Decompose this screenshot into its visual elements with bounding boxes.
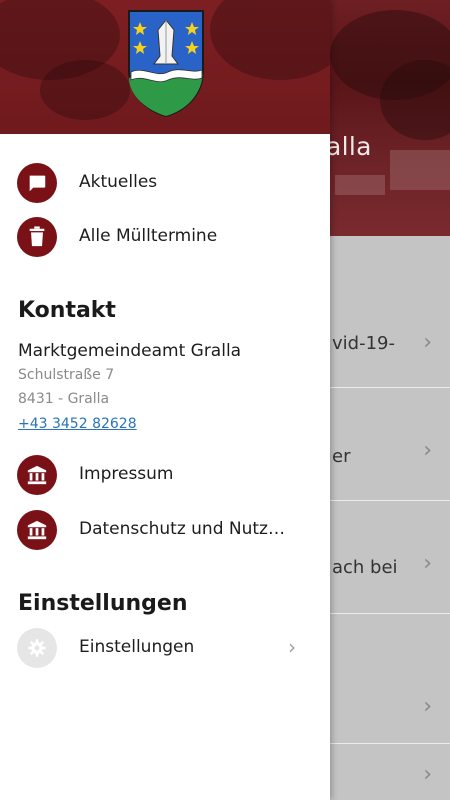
nav-item-label: Aktuelles <box>79 172 158 192</box>
nav-item-label: Datenschutz und Nutz… <box>79 519 285 539</box>
contact-city: 8431 - Gralla <box>18 391 110 407</box>
chevron-right-icon: › <box>423 330 432 355</box>
chat-icon <box>17 163 57 203</box>
background-title: alla <box>326 132 372 161</box>
trash-icon <box>17 217 57 257</box>
chevron-right-icon: › <box>423 694 432 719</box>
settings-section-title: Einstellungen <box>18 591 188 616</box>
contact-street: Schulstraße 7 <box>18 367 115 383</box>
coat-of-arms-logo <box>128 10 204 118</box>
chevron-right-icon: › <box>423 762 432 787</box>
chevron-right-icon: › <box>423 438 432 463</box>
contact-phone-link[interactable]: +43 3452 82628 <box>18 416 137 432</box>
nav-item-impressum[interactable]: Impressum <box>0 449 330 501</box>
nav-item-label: Alle Mülltermine <box>79 226 218 246</box>
contact-name: Marktgemeindeamt Gralla <box>18 341 242 361</box>
contact-section-title: Kontakt <box>18 298 116 323</box>
nav-item-label: Einstellungen <box>79 637 195 657</box>
nav-item-muelltermine[interactable]: Alle Mülltermine <box>0 211 330 263</box>
building-icon <box>17 455 57 495</box>
building-icon <box>17 510 57 550</box>
drawer-header <box>0 0 330 134</box>
chevron-right-icon: › <box>423 551 432 576</box>
chevron-right-icon: › <box>288 635 296 659</box>
gear-icon <box>17 628 57 668</box>
navigation-drawer: Aktuelles Alle Mülltermine Kontakt Markt… <box>0 0 330 800</box>
nav-item-label: Impressum <box>79 464 174 484</box>
nav-item-einstellungen[interactable]: Einstellungen › <box>0 622 330 674</box>
nav-item-datenschutz[interactable]: Datenschutz und Nutz… <box>0 504 330 556</box>
nav-item-aktuelles[interactable]: Aktuelles <box>0 157 330 209</box>
